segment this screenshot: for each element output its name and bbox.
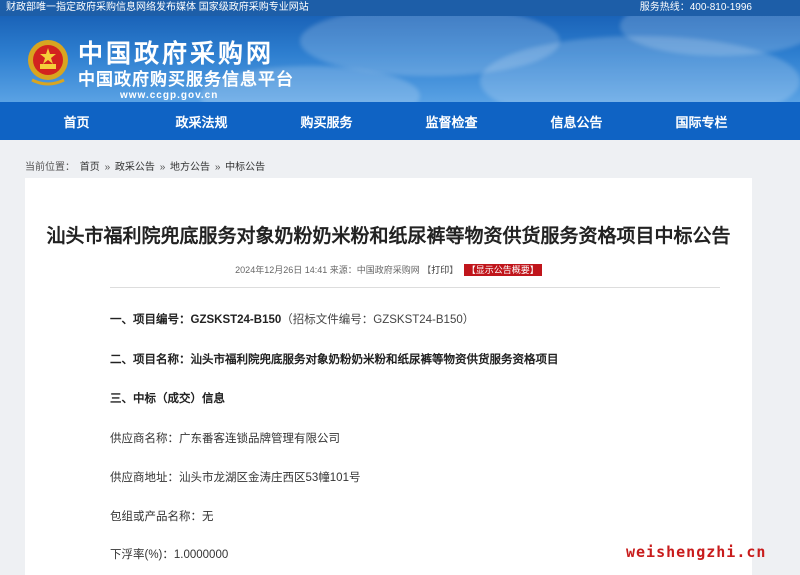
project-number-value: GZSKST24-B150 [190, 314, 282, 326]
package-name: 包组或产品名称：无 [110, 511, 214, 523]
supplier-address: 供应商地址：汕头市龙湖区金涛庄西区53幢101号 [110, 472, 361, 484]
nav-item-international[interactable]: 国际专栏 [639, 112, 764, 131]
breadcrumb-announcements[interactable]: 政采公告 [115, 162, 155, 173]
site-banner: 中国政府采购网 中国政府购买服务信息平台 www.ccgp.gov.cn [0, 16, 800, 102]
breadcrumb-sep: » [214, 162, 221, 173]
divider [110, 287, 720, 288]
nav-item-regulations[interactable]: 政采法规 [139, 112, 264, 131]
nav-item-announcements[interactable]: 信息公告 [514, 112, 639, 131]
top-info-text: 财政部唯一指定政府采购信息网络发布媒体 国家级政府采购专业网站 [6, 2, 309, 13]
project-name-value: 汕头市福利院兜底服务对象奶粉奶米粉和纸尿裤等物资供货服务资格项目 [190, 354, 559, 366]
top-info-bar: 财政部唯一指定政府采购信息网络发布媒体 国家级政府采购专业网站 服务热线：400… [0, 0, 800, 16]
project-number: 一、项目编号：GZSKST24-B150（招标文件编号：GZSKST24-B15… [110, 311, 474, 327]
main-nav: 首页 政采法规 购买服务 监督检查 信息公告 国际专栏 [0, 102, 800, 140]
award-info-heading: 三、中标（成交）信息 [110, 393, 225, 405]
watermark: weishengzhi.cn [626, 543, 767, 561]
print-link[interactable]: 打印 [431, 265, 449, 275]
site-url: www.ccgp.gov.cn [120, 90, 219, 101]
breadcrumb: 当前位置： 首页 » 政采公告 » 地方公告 » 中标公告 [25, 158, 267, 173]
article-title: 汕头市福利院兜底服务对象奶粉奶米粉和纸尿裤等物资供货服务资格项目中标公告 [46, 226, 731, 247]
breadcrumb-award[interactable]: 中标公告 [225, 162, 265, 173]
tender-doc-number: （招标文件编号：GZSKST24-B150） [281, 314, 475, 326]
project-number-label: 一、项目编号： [110, 314, 191, 326]
supplier-name: 供应商名称：广东番客连锁品牌管理有限公司 [110, 433, 340, 445]
article-panel: 汕头市福利院兜底服务对象奶粉奶米粉和纸尿裤等物资供货服务资格项目中标公告 202… [25, 178, 752, 575]
breadcrumb-sep: » [104, 162, 111, 173]
article-meta: 2024年12月26日 14:41 来源：中国政府采购网 【打印】 【显示公告概… [25, 263, 752, 276]
breadcrumb-local[interactable]: 地方公告 [170, 162, 210, 173]
national-emblem-icon [28, 40, 68, 86]
breadcrumb-prefix: 当前位置： [25, 162, 75, 173]
breadcrumb-home[interactable]: 首页 [80, 162, 100, 173]
service-hotline: 服务热线：400-810-1996 [639, 2, 752, 13]
show-summary-button[interactable]: 【显示公告概要】 [463, 264, 542, 276]
site-subtitle: 中国政府购买服务信息平台 [78, 70, 294, 89]
project-name: 二、项目名称：汕头市福利院兜底服务对象奶粉奶米粉和纸尿裤等物资供货服务资格项目 [110, 351, 559, 367]
breadcrumb-sep: » [159, 162, 166, 173]
meta-close: 】 [449, 265, 459, 275]
nav-item-home[interactable]: 首页 [14, 112, 139, 131]
project-name-label: 二、项目名称： [110, 354, 191, 366]
nav-item-purchase-service[interactable]: 购买服务 [264, 112, 389, 131]
nav-item-supervision[interactable]: 监督检查 [389, 112, 514, 131]
article-date-source: 2024年12月26日 14:41 来源：中国政府采购网 【 [235, 265, 432, 275]
discount-rate: 下浮率(%)：1.0000000 [110, 549, 229, 561]
